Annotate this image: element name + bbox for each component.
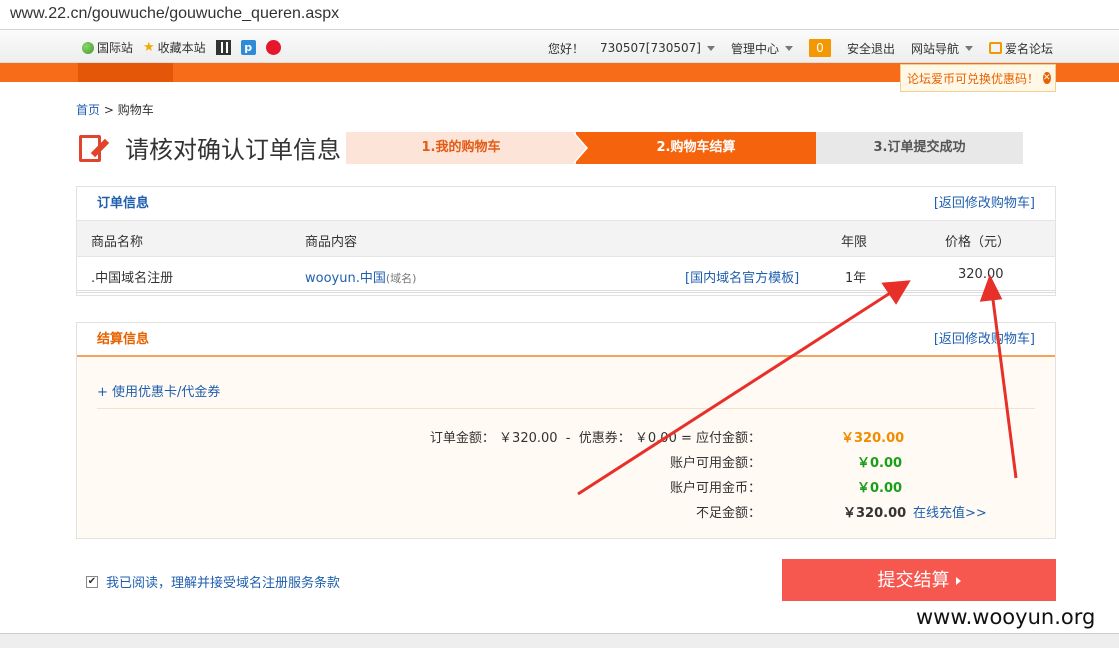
table-header: 商品名称 商品内容 年限 价格（元） bbox=[77, 221, 1055, 257]
settlement-panel: 结算信息 [返回修改购物车] + 使用优惠卡/代金券 订单金额： ￥320.00… bbox=[76, 322, 1056, 539]
breadcrumb-home[interactable]: 首页 bbox=[76, 103, 100, 117]
top-toolbar: 国际站 ★ 收藏本站 p 您好！ 730507[730507] 管理中心 0 安全… bbox=[0, 30, 1119, 63]
product-period: 1年 bbox=[845, 271, 867, 286]
coin-amount: ￥0.00 bbox=[857, 481, 903, 496]
product-domain: wooyun.中国(域名) bbox=[305, 271, 417, 286]
page-bottom-edge bbox=[0, 633, 1119, 648]
settlement-header: 结算信息 [返回修改购物车] bbox=[77, 323, 1055, 357]
agree-checkbox[interactable]: ✔ bbox=[86, 575, 98, 588]
url-text: www.22.cn/gouwuche/gouwuche_queren.aspx bbox=[10, 5, 340, 22]
sina-weibo-icon[interactable] bbox=[265, 40, 281, 55]
chat-icon bbox=[988, 42, 1002, 54]
favorite-link[interactable]: ★ 收藏本站 bbox=[143, 39, 206, 56]
qrcode-icon[interactable] bbox=[215, 40, 231, 55]
template-link[interactable]: [国内域名官方模板] bbox=[685, 267, 799, 286]
logout-link[interactable]: 安全退出 bbox=[847, 40, 895, 57]
chevron-right-icon bbox=[955, 577, 961, 586]
product-price: 320.00 bbox=[958, 267, 1004, 282]
star-icon: ★ bbox=[143, 40, 155, 55]
chevron-down-icon bbox=[784, 45, 793, 51]
message-badge[interactable]: 0 bbox=[808, 39, 831, 57]
nav-home-tab[interactable] bbox=[78, 63, 173, 82]
terms-agreement[interactable]: ✔ 我已阅读，理解并接受域名注册服务条款 bbox=[86, 572, 340, 591]
use-coupon-link[interactable]: + 使用优惠卡/代金券 bbox=[97, 381, 220, 400]
product-name: .中国域名注册 bbox=[91, 271, 174, 286]
site-nav-menu[interactable]: 网站导航 bbox=[911, 40, 973, 57]
title-area: 请核对确认订单信息 bbox=[76, 130, 341, 165]
close-icon[interactable]: ✕ bbox=[1043, 72, 1051, 84]
step-checkout: 2.购物车结算 bbox=[576, 132, 816, 164]
intl-site-link[interactable]: 国际站 bbox=[82, 39, 133, 56]
settlement-summary: 订单金额： ￥320.00 - 优惠券： ￥0.00 = 应付金额： ￥320.0… bbox=[77, 427, 1057, 527]
back-to-cart-link[interactable]: [返回修改购物车] bbox=[934, 323, 1035, 357]
balance-amount: ￥0.00 bbox=[857, 456, 903, 471]
edit-order-icon bbox=[76, 131, 110, 165]
globe-icon bbox=[82, 41, 94, 54]
payable-amount: ￥320.00 bbox=[841, 431, 905, 446]
order-info-panel: 订单信息 [返回修改购物车] 商品名称 商品内容 年限 价格（元） .中国域名注… bbox=[76, 186, 1056, 296]
progress-steps: 1.我的购物车 2.购物车结算 3.订单提交成功 bbox=[346, 132, 1023, 164]
shortage-amount: ￥320.00 bbox=[843, 506, 907, 521]
back-to-cart-link[interactable]: [返回修改购物车] bbox=[934, 187, 1035, 221]
breadcrumb: 首页 > 购物车 bbox=[76, 103, 154, 117]
order-info-header: 订单信息 [返回修改购物车] bbox=[77, 187, 1055, 221]
order-summary: 订单金额： ￥320.00 - 优惠券： ￥0.00 = 应付金额： bbox=[429, 431, 761, 446]
greeting: 您好！ bbox=[547, 41, 584, 56]
user-menu[interactable]: 730507[730507] bbox=[600, 41, 715, 55]
tencent-weibo-icon[interactable]: p bbox=[240, 40, 256, 55]
chevron-down-icon bbox=[964, 45, 973, 51]
page-title: 请核对确认订单信息 bbox=[125, 136, 341, 164]
address-bar[interactable]: www.22.cn/gouwuche/gouwuche_queren.aspx bbox=[0, 0, 1119, 30]
submit-checkout-button[interactable]: 提交结算 bbox=[782, 559, 1056, 601]
manage-center-menu[interactable]: 管理中心 bbox=[731, 40, 793, 57]
watermark: www.wooyun.org bbox=[912, 605, 1100, 629]
divider bbox=[97, 408, 1035, 409]
step-my-cart: 1.我的购物车 bbox=[346, 132, 576, 164]
forum-link[interactable]: 爱名论坛 bbox=[988, 40, 1053, 57]
forum-tooltip: 论坛爱币可兑换优惠码！ ✕ bbox=[900, 64, 1056, 92]
table-row: .中国域名注册 wooyun.中国(域名) [国内域名官方模板] 1年 320.… bbox=[77, 257, 1055, 293]
step-submitted: 3.订单提交成功 bbox=[816, 132, 1023, 164]
chevron-down-icon bbox=[706, 45, 715, 51]
recharge-link[interactable]: 在线充值>> bbox=[913, 502, 987, 521]
